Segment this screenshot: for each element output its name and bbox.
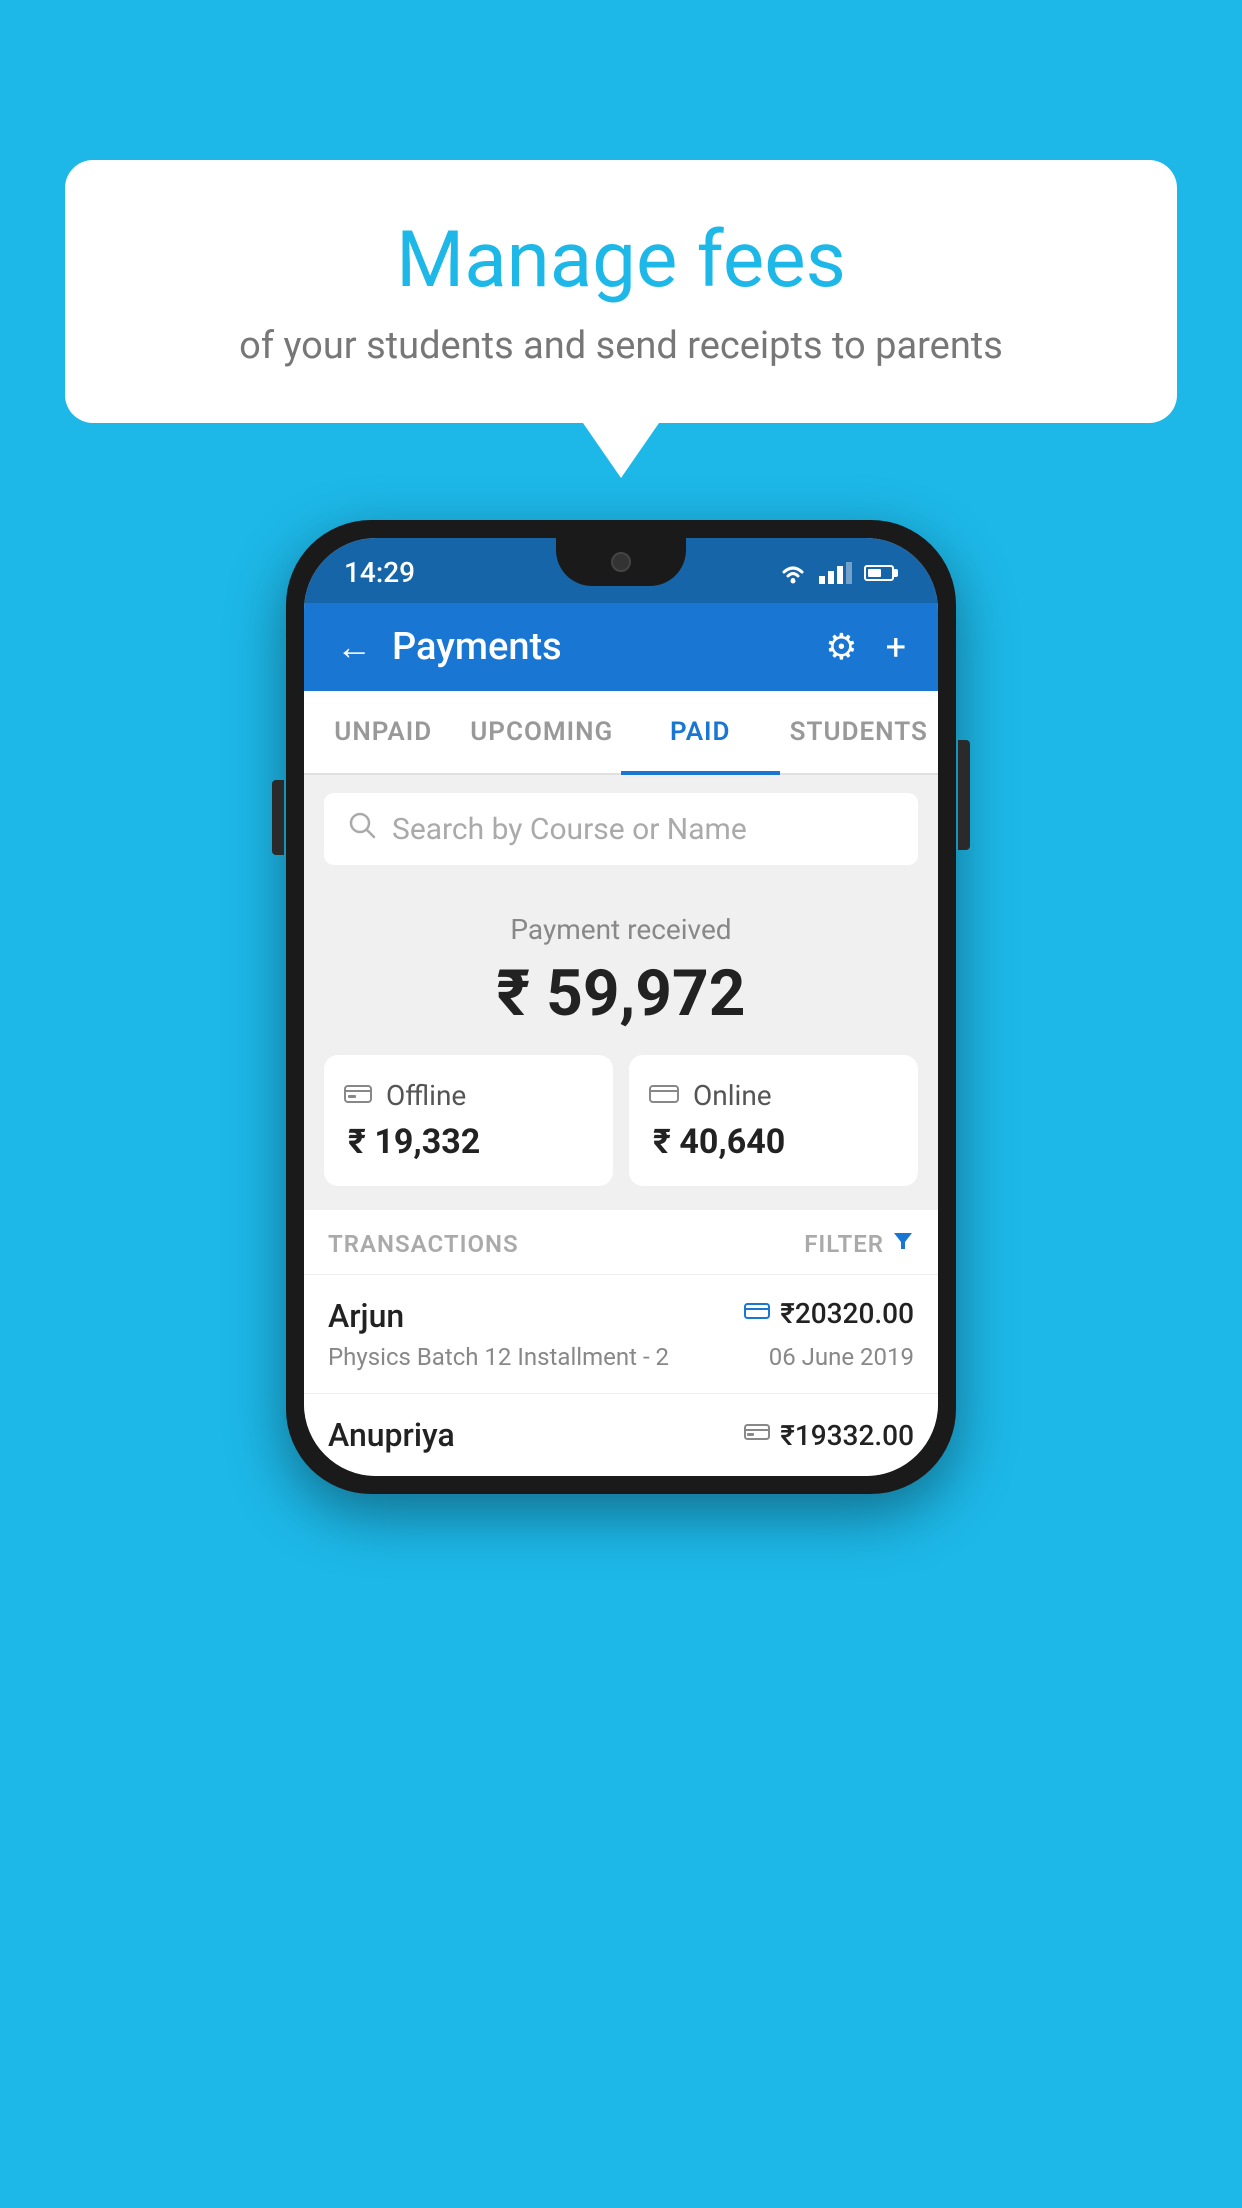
online-card-amount: ₹ 40,640	[649, 1122, 898, 1162]
speech-bubble-container: Manage fees of your students and send re…	[65, 160, 1177, 478]
battery-tip	[894, 569, 898, 577]
speech-bubble: Manage fees of your students and send re…	[65, 160, 1177, 423]
transactions-label: TRANSACTIONS	[328, 1230, 519, 1258]
wifi-icon	[779, 562, 807, 584]
search-input[interactable]: Search by Course or Name	[392, 812, 747, 847]
online-payment-icon-arjun	[744, 1299, 770, 1329]
tabs: UNPAID UPCOMING PAID STUDENTS	[304, 691, 938, 775]
filter-text: FILTER	[804, 1230, 884, 1258]
transaction-amount-anupriya: ₹19332.00	[780, 1419, 914, 1452]
app-bar-right: ⚙ +	[825, 626, 906, 668]
back-button[interactable]: ←	[336, 626, 372, 668]
payment-received-section: Payment received ₹ 59,972	[304, 883, 938, 1055]
signal-bar-2	[828, 571, 834, 584]
offline-card-amount: ₹ 19,332	[344, 1122, 593, 1162]
filter-icon	[892, 1230, 914, 1258]
tab-unpaid[interactable]: UNPAID	[304, 691, 463, 773]
transaction-amount-wrap-anupriya: ₹19332.00	[744, 1419, 914, 1452]
online-card-top: Online	[649, 1079, 898, 1112]
speech-bubble-subtitle: of your students and send receipts to pa…	[135, 324, 1107, 368]
offline-card-top: Offline	[344, 1079, 593, 1112]
status-time: 14:29	[344, 556, 415, 589]
phone-notch	[556, 538, 686, 586]
payment-received-label: Payment received	[304, 913, 938, 946]
transaction-row-arjun: Arjun ₹20320.00	[328, 1297, 914, 1335]
phone-outer: 14:29	[286, 520, 956, 1494]
phone-screen: 14:29	[304, 538, 938, 1476]
transaction-name-arjun: Arjun	[328, 1297, 404, 1335]
transaction-amount-wrap-arjun: ₹20320.00	[744, 1297, 914, 1330]
payment-cards: Offline ₹ 19,332 Online ₹ 4	[304, 1055, 938, 1210]
signal-bars-icon	[819, 562, 852, 584]
add-button[interactable]: +	[886, 626, 906, 668]
notch-camera	[611, 552, 631, 572]
offline-card-type: Offline	[386, 1079, 466, 1112]
signal-bar-4	[846, 562, 852, 584]
transaction-name-anupriya: Anupriya	[328, 1416, 455, 1454]
search-icon	[348, 811, 376, 847]
filter-button[interactable]: FILTER	[804, 1230, 914, 1258]
battery-body	[864, 565, 894, 581]
transaction-date-arjun: 06 June 2019	[769, 1343, 914, 1371]
settings-button[interactable]: ⚙	[825, 626, 857, 668]
search-container[interactable]: Search by Course or Name	[324, 793, 918, 865]
offline-payment-icon-anupriya	[744, 1420, 770, 1450]
app-bar: ← Payments ⚙ +	[304, 603, 938, 691]
transaction-item-arjun[interactable]: Arjun ₹20320.00 Physics Batch 12 Install…	[304, 1274, 938, 1393]
battery-icon	[864, 563, 898, 583]
phone-container: 14:29	[286, 520, 956, 1494]
transaction-amount-arjun: ₹20320.00	[780, 1297, 914, 1330]
tab-paid[interactable]: PAID	[621, 691, 780, 773]
transaction-course-arjun: Physics Batch 12 Installment - 2	[328, 1343, 669, 1371]
transactions-header: TRANSACTIONS FILTER	[304, 1210, 938, 1274]
signal-bar-1	[819, 576, 825, 584]
status-icons	[779, 562, 898, 584]
tab-students[interactable]: STUDENTS	[780, 691, 939, 773]
battery-fill	[868, 569, 881, 577]
app-bar-left: ← Payments	[336, 625, 562, 669]
speech-bubble-title: Manage fees	[135, 215, 1107, 306]
speech-bubble-arrow	[583, 423, 659, 478]
transaction-item-anupriya[interactable]: Anupriya ₹19332.00	[304, 1393, 938, 1476]
offline-payment-card: Offline ₹ 19,332	[324, 1055, 613, 1186]
tab-upcoming[interactable]: UPCOMING	[463, 691, 622, 773]
app-bar-title: Payments	[392, 625, 562, 669]
online-payment-card: Online ₹ 40,640	[629, 1055, 918, 1186]
online-payment-icon	[649, 1079, 679, 1112]
transaction-details-row-arjun: Physics Batch 12 Installment - 2 06 June…	[328, 1343, 914, 1371]
online-card-type: Online	[693, 1079, 772, 1112]
signal-bar-3	[837, 566, 843, 584]
payment-received-amount: ₹ 59,972	[304, 956, 938, 1031]
offline-payment-icon	[344, 1079, 372, 1112]
